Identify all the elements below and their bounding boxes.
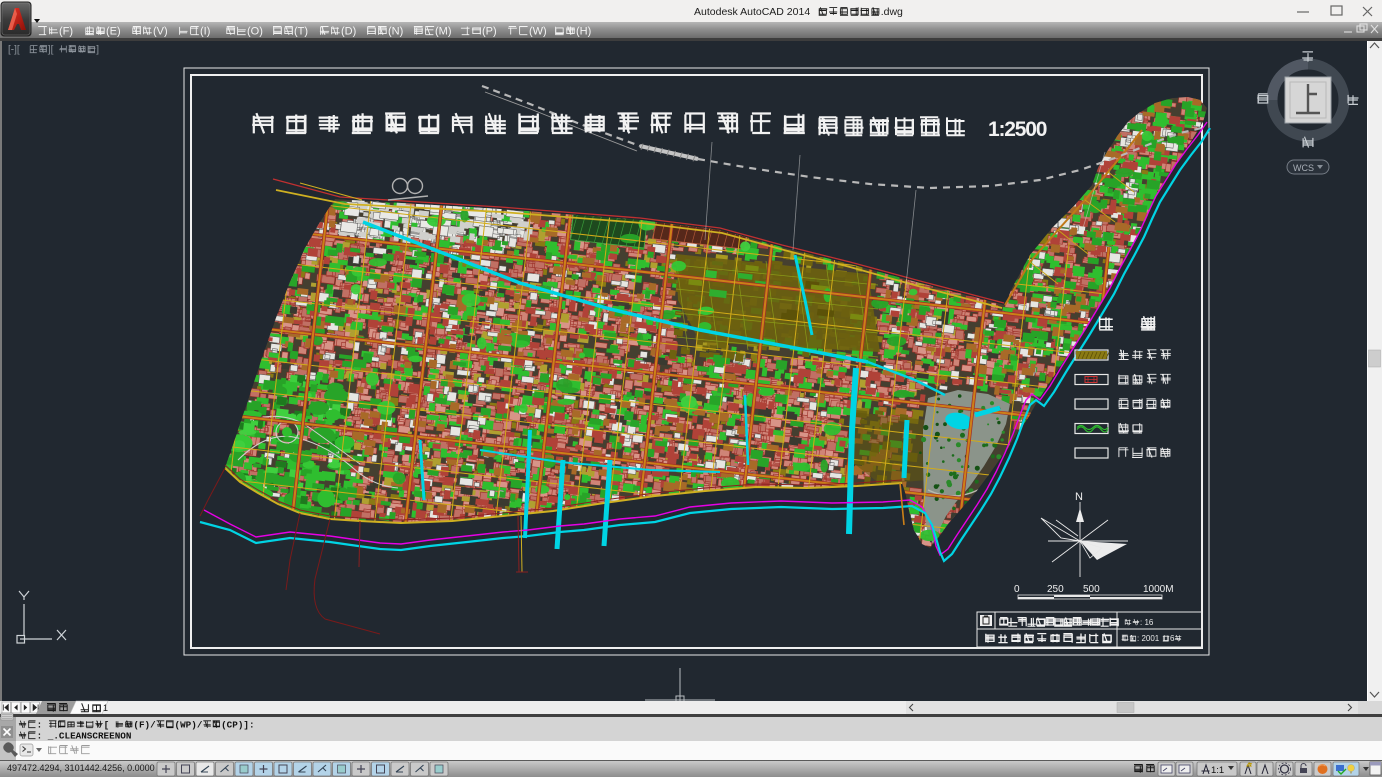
svg-text:: 2001: : 2001 — [1137, 634, 1160, 643]
svg-text:Autodesk AutoCAD 2014: Autodesk AutoCAD 2014 — [694, 6, 810, 18]
svg-text:(E): (E) — [106, 26, 121, 38]
svg-text:(T): (T) — [294, 26, 308, 38]
svg-text:(F)/: (F)/ — [133, 720, 156, 731]
svg-text:(CP)]:: (CP)]: — [221, 720, 254, 731]
svg-text:1: 1 — [103, 703, 108, 713]
svg-text:(V): (V) — [153, 26, 168, 38]
svg-text:(W): (W) — [529, 26, 547, 38]
svg-text:[: [ — [104, 720, 110, 731]
svg-text:0: 0 — [1014, 584, 1020, 595]
svg-text:(M): (M) — [435, 26, 452, 38]
svg-text:1:1: 1:1 — [1211, 765, 1224, 776]
svg-text:(H): (H) — [576, 26, 591, 38]
svg-text:: 16: : 16 — [1140, 618, 1154, 627]
svg-text:(D): (D) — [341, 26, 356, 38]
svg-text:(WP)/: (WP)/ — [175, 720, 203, 731]
svg-text:]: ] — [96, 45, 99, 56]
svg-text::: : — [37, 720, 43, 731]
svg-text:(F): (F) — [59, 26, 73, 38]
svg-text:[-][: [-][ — [8, 45, 20, 56]
svg-text:500: 500 — [1083, 584, 1100, 595]
svg-text:][: ][ — [48, 45, 54, 56]
svg-text:1:2500: 1:2500 — [988, 118, 1047, 141]
svg-text:N: N — [1075, 491, 1083, 503]
svg-text:(N): (N) — [388, 26, 403, 38]
svg-text:(O): (O) — [247, 26, 263, 38]
svg-text:(I): (I) — [200, 26, 210, 38]
svg-text:1000M: 1000M — [1143, 584, 1174, 595]
svg-text:(P): (P) — [482, 26, 497, 38]
svg-text:: _.CLEANSCREENON: : _.CLEANSCREENON — [37, 731, 132, 742]
svg-text:250: 250 — [1047, 584, 1064, 595]
svg-text:.dwg: .dwg — [881, 6, 903, 18]
svg-text:497472.4294, 3101442.4256, 0.: 497472.4294, 3101442.4256, 0.0000 — [7, 763, 155, 773]
svg-text:6: 6 — [1170, 634, 1175, 643]
svg-text:WCS: WCS — [1293, 163, 1314, 173]
